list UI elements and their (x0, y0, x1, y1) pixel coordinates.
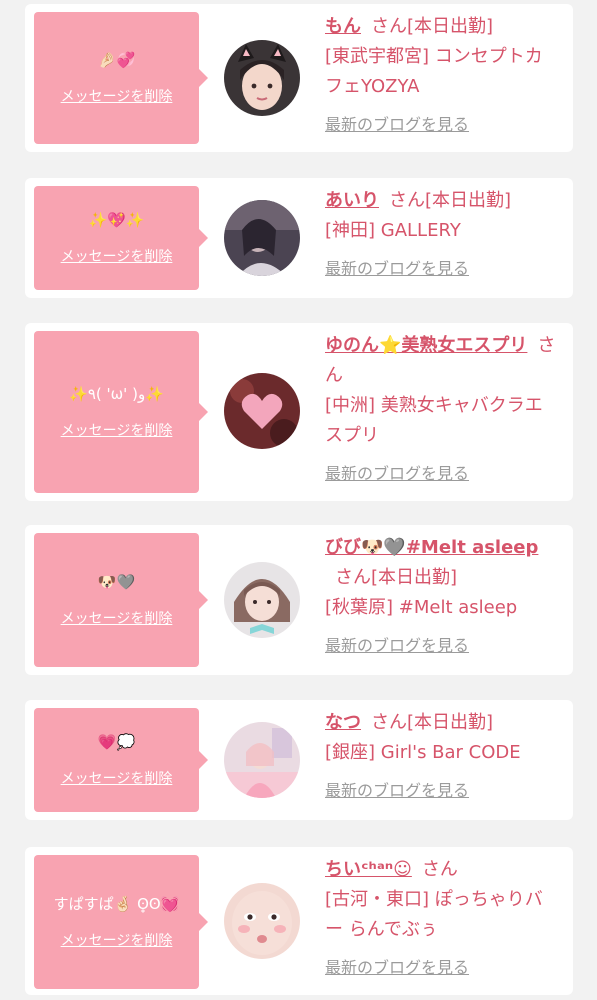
message-bubble: ✨٩( 'ω' )و✨ メッセージを削除 (34, 331, 208, 493)
avatar[interactable] (224, 722, 300, 798)
message-card: ✨💖✨ メッセージを削除 あいり さん[本日出勤] [神田] GALLERY 最新… (25, 178, 573, 298)
message-text: すぱすぱ🤞🏻 ʘ̥ʘ💓 (53, 895, 180, 913)
honorific-label: さん (335, 567, 371, 588)
message-text: 🐶🩶 (97, 573, 136, 591)
cast-info: あいり さん[本日出勤] [神田] GALLERY 最新のブログを見る (325, 186, 557, 284)
message-card: ✨٩( 'ω' )و✨ メッセージを削除 ゆのん⭐美熟女エスプリ さん [中洲] … (25, 323, 573, 501)
shop-name: [銀座] Girl's Bar CODE (325, 742, 521, 763)
delete-message-link[interactable]: メッセージを削除 (61, 86, 173, 106)
message-card: すぱすぱ🤞🏻 ʘ̥ʘ💓 メッセージを削除 ちいᶜʰᵃⁿ☺︎ さん [古河・東口] … (25, 847, 573, 995)
message-bubble: すぱすぱ🤞🏻 ʘ̥ʘ💓 メッセージを削除 (34, 855, 208, 989)
message-bubble: 💗💭 メッセージを削除 (34, 708, 208, 812)
avatar[interactable] (224, 562, 300, 638)
latest-blog-link[interactable]: 最新のブログを見る (325, 459, 469, 489)
message-bubble: ✨💖✨ メッセージを削除 (34, 186, 208, 290)
cast-info: ゆのん⭐美熟女エスプリ さん [中洲] 美熟女キャバクラエスプリ 最新のブログを見… (325, 331, 557, 489)
shop-name: [神田] GALLERY (325, 220, 461, 241)
delete-message-link[interactable]: メッセージを削除 (61, 420, 173, 440)
shop-name: [東武宇都宮] コンセプトカフェYOZYA (325, 46, 543, 97)
delete-message-link[interactable]: メッセージを削除 (61, 608, 173, 628)
cast-info: もん さん[本日出勤] [東武宇都宮] コンセプトカフェYOZYA 最新のブログを… (325, 12, 557, 140)
message-feed: 🤌🏻💞 メッセージを削除 もん さん[本日出勤] [東武宇都宮] コンセプトカフェ… (0, 0, 597, 1000)
message-text: 💗💭 (97, 733, 136, 751)
latest-blog-link[interactable]: 最新のブログを見る (325, 776, 469, 806)
message-bubble: 🐶🩶 メッセージを削除 (34, 533, 208, 667)
delete-message-link[interactable]: メッセージを削除 (61, 246, 173, 266)
avatar[interactable] (224, 40, 300, 116)
close-up-face-avatar-icon (224, 883, 300, 959)
honorific-label: さん (371, 712, 407, 733)
avatar[interactable] (224, 373, 300, 449)
shop-name: [古河・東口] ぽっちゃりバー らんでぶぅ (325, 889, 543, 940)
pastel-room-avatar-icon (224, 722, 300, 798)
avatar[interactable] (224, 883, 300, 959)
cast-name-link[interactable]: びび🐶🩶#Melt asleep (325, 537, 538, 558)
message-card: 🤌🏻💞 メッセージを削除 もん さん[本日出勤] [東武宇都宮] コンセプトカフェ… (25, 4, 573, 152)
dim-lit-portrait-avatar-icon (224, 200, 300, 276)
latest-blog-link[interactable]: 最新のブログを見る (325, 110, 469, 140)
work-status: [本日出勤] (371, 567, 458, 588)
work-status: [本日出勤] (407, 712, 494, 733)
cast-name-link[interactable]: ゆのん⭐美熟女エスプリ (325, 335, 527, 356)
latest-blog-link[interactable]: 最新のブログを見る (325, 254, 469, 284)
message-card: 💗💭 メッセージを削除 なつ さん[本日出勤] [銀座] Girl's Bar C… (25, 700, 573, 820)
cast-info: びび🐶🩶#Melt asleep さん[本日出勤] [秋葉原] #Melt asl… (325, 533, 557, 661)
shop-name: [秋葉原] #Melt asleep (325, 597, 518, 618)
latest-blog-link[interactable]: 最新のブログを見る (325, 953, 469, 983)
message-card: 🐶🩶 メッセージを削除 びび🐶🩶#Melt asleep さん[本日出勤] [秋葉… (25, 525, 573, 675)
girl-cat-ears-avatar-icon (224, 40, 300, 116)
delete-message-link[interactable]: メッセージを削除 (61, 930, 173, 950)
cast-name-link[interactable]: もん (325, 16, 361, 37)
message-text: ✨٩( 'ω' )و✨ (69, 385, 164, 403)
honorific-label: さん (421, 859, 458, 880)
cast-info: なつ さん[本日出勤] [銀座] Girl's Bar CODE 最新のブログを見… (325, 708, 557, 806)
cast-name-link[interactable]: ちいᶜʰᵃⁿ☺︎ (325, 859, 412, 880)
girl-ribbon-avatar-icon (224, 562, 300, 638)
latest-blog-link[interactable]: 最新のブログを見る (325, 631, 469, 661)
message-text: 🤌🏻💞 (97, 51, 136, 69)
shop-name: [中洲] 美熟女キャバクラエスプリ (325, 395, 543, 446)
pink-heart-photo-avatar-icon (224, 373, 300, 449)
cast-name-link[interactable]: なつ (325, 712, 361, 733)
honorific-label: さん (371, 16, 407, 37)
message-bubble: 🤌🏻💞 メッセージを削除 (34, 12, 208, 144)
delete-message-link[interactable]: メッセージを削除 (61, 768, 173, 788)
message-text: ✨💖✨ (88, 211, 145, 229)
cast-info: ちいᶜʰᵃⁿ☺︎ さん [古河・東口] ぽっちゃりバー らんでぶぅ 最新のブログを… (325, 855, 557, 983)
work-status: [本日出勤] (407, 16, 494, 37)
avatar[interactable] (224, 200, 300, 276)
work-status: [本日出勤] (425, 190, 512, 211)
cast-name-link[interactable]: あいり (325, 190, 379, 211)
honorific-label: さん (389, 190, 425, 211)
